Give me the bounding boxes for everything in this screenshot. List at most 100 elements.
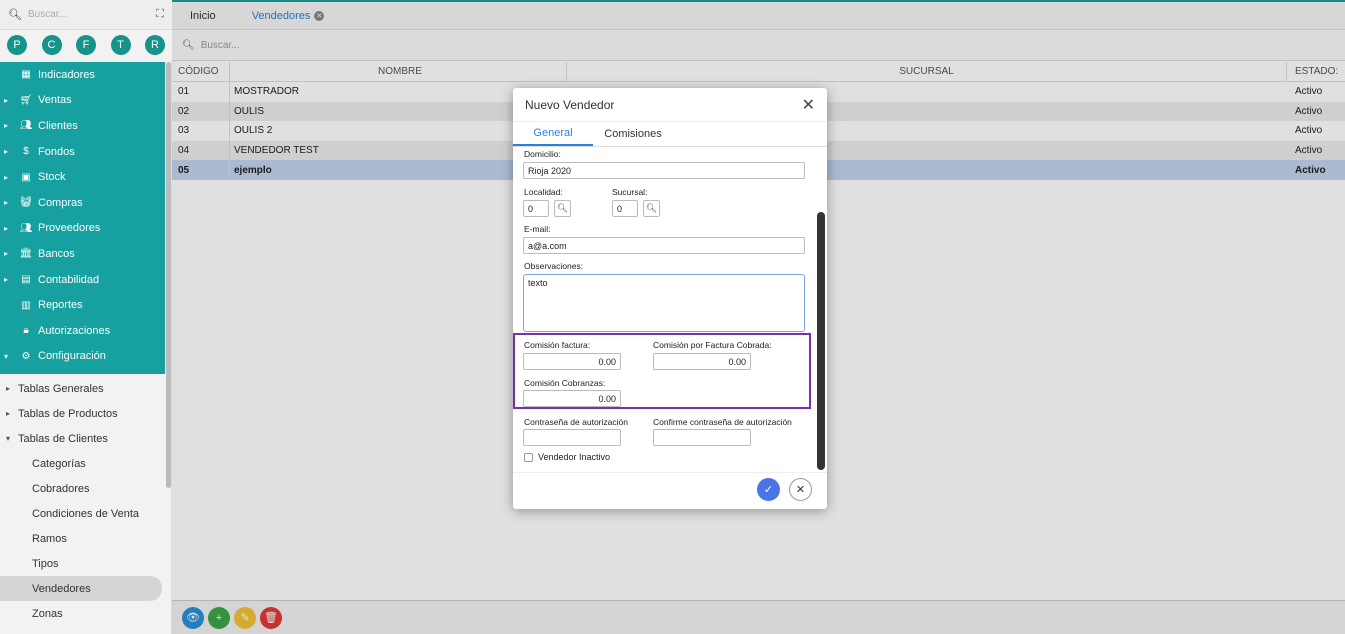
cancel-button[interactable]: ✕ <box>789 478 812 501</box>
menu-item-stock[interactable]: ▸ ▣ Stock <box>0 164 165 190</box>
submenu-item[interactable]: Cobradores <box>0 476 165 501</box>
comision-cobranzas-field[interactable]: 0.00 <box>523 390 621 407</box>
menu-item-indicadores[interactable]: ▦ Indicadores <box>0 62 165 88</box>
sidebar-scrollbar[interactable] <box>166 62 171 488</box>
submenu-group-0[interactable]: ▸ Tablas Generales <box>0 376 165 401</box>
sidebar-search-input[interactable]: Buscar... <box>28 9 150 20</box>
menu-item-clientes[interactable]: ▸ 👥︎ Clientes <box>0 113 165 139</box>
submenu-item[interactable]: Tipos <box>0 551 165 576</box>
menu-item-label: Contabilidad <box>38 273 100 286</box>
localidad-search-button[interactable]: 🔍︎ <box>554 200 571 217</box>
people-icon: 👥︎ <box>19 222 33 234</box>
menu-item-bancos[interactable]: ▸ 🏛︎ Bancos <box>0 241 165 267</box>
menu-item-label: Compras <box>38 196 83 209</box>
menu-item-label: Bancos <box>38 247 75 260</box>
chevron-icon: ▾ <box>6 434 11 443</box>
comision-cobrada-field[interactable]: 0.00 <box>653 353 751 370</box>
dialog-body: Domicilio: Rioja 2020 Localidad: 0 🔍︎ Su… <box>513 147 827 472</box>
quick-access-bar: P C F T R <box>0 30 172 60</box>
menu-item-compras[interactable]: ▸ 🧺︎ Compras <box>0 190 165 216</box>
submenu-item[interactable]: Ramos <box>0 526 165 551</box>
quick-button-t[interactable]: T <box>110 35 131 55</box>
report-icon: ▥ <box>21 299 31 311</box>
quick-button-r[interactable]: R <box>145 35 165 55</box>
submenu-group-2[interactable]: ▾ Tablas de Clientes <box>0 426 165 451</box>
email-field[interactable]: a@a.com <box>523 237 805 254</box>
main-menu: ▦ Indicadores ▸ 🛒︎ Ventas ▸ 👥︎ Clientes ▸ $ Fondos… <box>0 62 165 374</box>
localidad-label: Localidad: <box>524 187 563 197</box>
comision-factura-label: Comisión factura: <box>524 340 591 350</box>
menu-item-fondos[interactable]: ▸ $ Fondos <box>0 139 165 165</box>
chevron-icon: ▸ <box>4 198 9 208</box>
menu-item-label: Reportes <box>38 299 83 312</box>
password-confirm-field[interactable] <box>653 429 751 446</box>
password-confirm-label: Confirme contraseña de autorización <box>653 417 792 427</box>
tab-general[interactable]: General <box>513 122 593 146</box>
tab-comisiones[interactable]: Comisiones <box>593 122 673 146</box>
menu-item-ventas[interactable]: ▸ 🛒︎ Ventas <box>0 88 165 114</box>
chevron-icon: ▸ <box>4 172 9 182</box>
sucursal-label: Sucursal: <box>612 187 648 197</box>
chevron-icon: ▸ <box>4 275 9 285</box>
localidad-field[interactable]: 0 <box>523 200 549 217</box>
submenu-group-label: Tablas Generales <box>18 382 104 395</box>
dialog-footer: ✓ ✕ <box>513 472 827 509</box>
ledger-icon: ▤ <box>21 274 31 286</box>
submenu-group-label: Tablas de Productos <box>18 407 118 420</box>
submenu-item[interactable]: Categorías <box>0 451 165 476</box>
expand-icon[interactable]: ⛶ <box>156 8 164 21</box>
menu-item-autorizaciones[interactable]: 🔒︎ Autorizaciones <box>0 318 165 344</box>
menu-item-label: Ventas <box>38 94 72 107</box>
observaciones-textarea[interactable]: texto <box>523 274 805 332</box>
chevron-icon: ▸ <box>6 409 11 418</box>
menu-item-contabilidad[interactable]: ▸ ▤ Contabilidad <box>0 267 165 293</box>
password-label: Contraseña de autorización <box>524 417 628 427</box>
close-icon: ✕ <box>795 484 806 496</box>
check-icon: ✓ <box>763 484 774 496</box>
comision-factura-field[interactable]: 0.00 <box>523 353 621 370</box>
new-vendor-dialog: Nuevo Vendedor ✕ General Comisiones Domi… <box>513 88 827 509</box>
menu-item-label: Fondos <box>38 145 75 158</box>
menu-item-reportes[interactable]: ▥ Reportes <box>0 292 165 318</box>
submenu-item[interactable]: Vendedores <box>0 576 162 601</box>
menu-item-label: Proveedores <box>38 222 101 235</box>
menu-item-proveedores[interactable]: ▸ 👥︎ Proveedores <box>0 216 165 242</box>
dollar-icon: $ <box>23 146 29 158</box>
menu-item-configuraci-n[interactable]: ▾ ⚙︎ Configuración <box>0 344 165 370</box>
inactive-checkbox[interactable] <box>524 453 533 462</box>
dialog-tabs: General Comisiones <box>513 122 827 147</box>
chevron-icon: ▸ <box>4 249 9 259</box>
submenu-group-1[interactable]: ▸ Tablas de Productos <box>0 401 165 426</box>
people-icon: 👥︎ <box>19 120 33 132</box>
menu-item-label: Indicadores <box>38 68 95 81</box>
close-icon[interactable]: ✕ <box>802 95 815 115</box>
quick-button-p[interactable]: P <box>7 35 27 55</box>
email-label: E-mail: <box>524 224 551 234</box>
sucursal-search-button[interactable]: 🔍︎ <box>643 200 660 217</box>
quick-button-f[interactable]: F <box>76 35 96 55</box>
sidebar-search[interactable]: 🔍︎ Buscar... ⛶ <box>0 0 172 30</box>
comision-cobranzas-label: Comisión Cobranzas: <box>524 378 606 388</box>
search-icon: 🔍︎ <box>8 9 22 21</box>
submenu-group-label: Tablas de Clientes <box>18 432 108 445</box>
chevron-icon: ▸ <box>4 147 9 157</box>
chevron-icon: ▸ <box>4 223 9 233</box>
domicilio-field[interactable]: Rioja 2020 <box>523 162 805 179</box>
dialog-title: Nuevo Vendedor <box>525 97 615 112</box>
dialog-header: Nuevo Vendedor ✕ <box>513 88 827 122</box>
dialog-scrollbar[interactable] <box>817 212 825 470</box>
sucursal-field[interactable]: 0 <box>612 200 638 217</box>
lock-icon: 🔒︎ <box>23 325 29 337</box>
password-field[interactable] <box>523 429 621 446</box>
gears-icon: ⚙︎ <box>21 350 31 362</box>
chevron-icon: ▸ <box>4 95 9 105</box>
submenu-item[interactable]: Zonas <box>0 601 165 626</box>
inactive-label: Vendedor Inactivo <box>538 452 611 462</box>
menu-item-label: Clientes <box>38 119 78 132</box>
box-icon: ▣ <box>21 171 31 183</box>
confirm-button[interactable]: ✓ <box>757 478 780 501</box>
search-icon: 🔍︎ <box>645 203 658 213</box>
submenu-item[interactable]: Condiciones de Venta <box>0 501 165 526</box>
search-icon: 🔍︎ <box>556 203 569 213</box>
quick-button-c[interactable]: C <box>41 35 62 55</box>
